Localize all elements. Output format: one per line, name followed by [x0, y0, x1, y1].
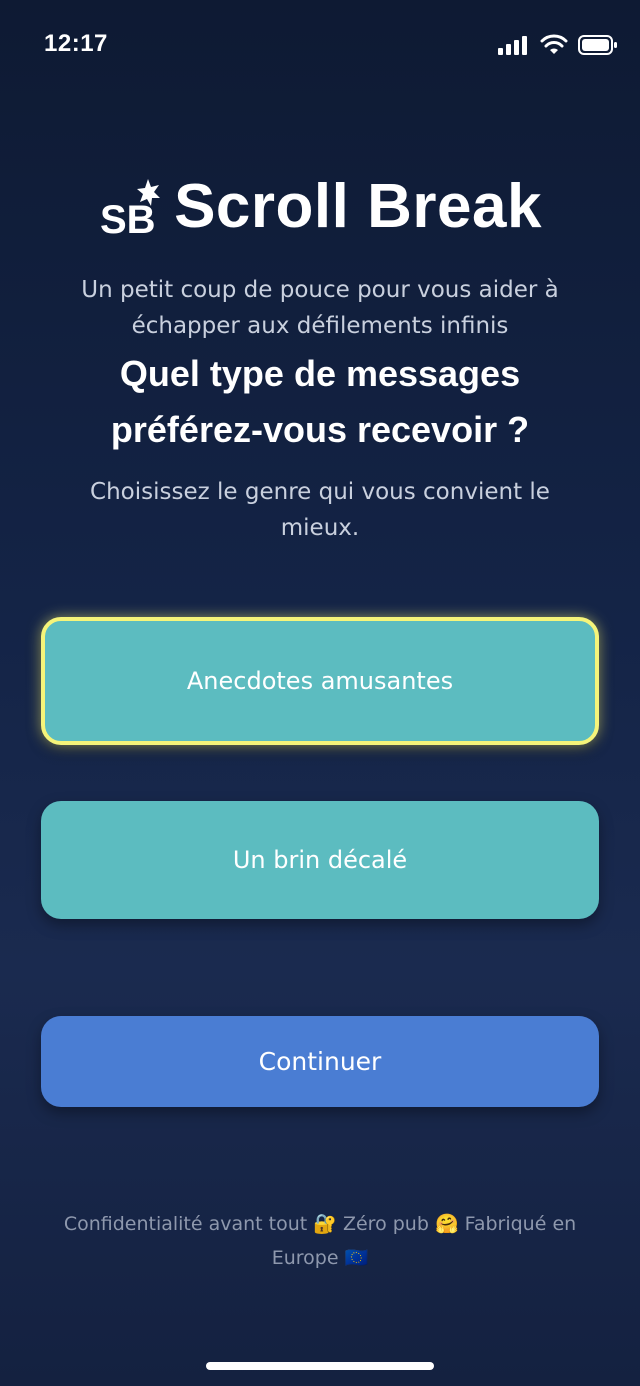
- option-label: Anecdotes amusantes: [186, 667, 454, 695]
- svg-text:SB: SB: [100, 198, 156, 237]
- status-icons: [498, 34, 618, 56]
- continue-label: Continuer: [258, 1047, 382, 1076]
- app-name: Scroll Break: [174, 172, 542, 241]
- status-time: 12:17: [44, 30, 108, 57]
- instruction-text: Choisissez le genre qui vous convient le…: [90, 479, 550, 541]
- footer-note: Confidentialité avant tout 🔐 Zéro pub 🤗 …: [63, 1213, 577, 1269]
- option-label: Un brin décalé: [232, 846, 408, 874]
- wifi-icon: [540, 34, 568, 54]
- battery-icon: [578, 35, 617, 55]
- brand-header: SB Scroll Break: [0, 176, 640, 238]
- option-anecdotes-amusantes[interactable]: Anecdotes amusantes: [41, 617, 599, 745]
- option-un-brin-decale[interactable]: Un brin décalé: [41, 801, 599, 919]
- status-bar: 12:17: [0, 0, 640, 92]
- question-heading: Quel type de messages préférez-vous rece…: [110, 353, 530, 450]
- scroll-break-logo-icon: SB: [100, 179, 161, 237]
- home-indicator[interactable]: [206, 1362, 434, 1370]
- continue-button[interactable]: Continuer: [41, 1016, 599, 1107]
- cellular-signal-icon: [498, 36, 527, 55]
- tagline: Un petit coup de pouce pour vous aider à…: [81, 277, 559, 339]
